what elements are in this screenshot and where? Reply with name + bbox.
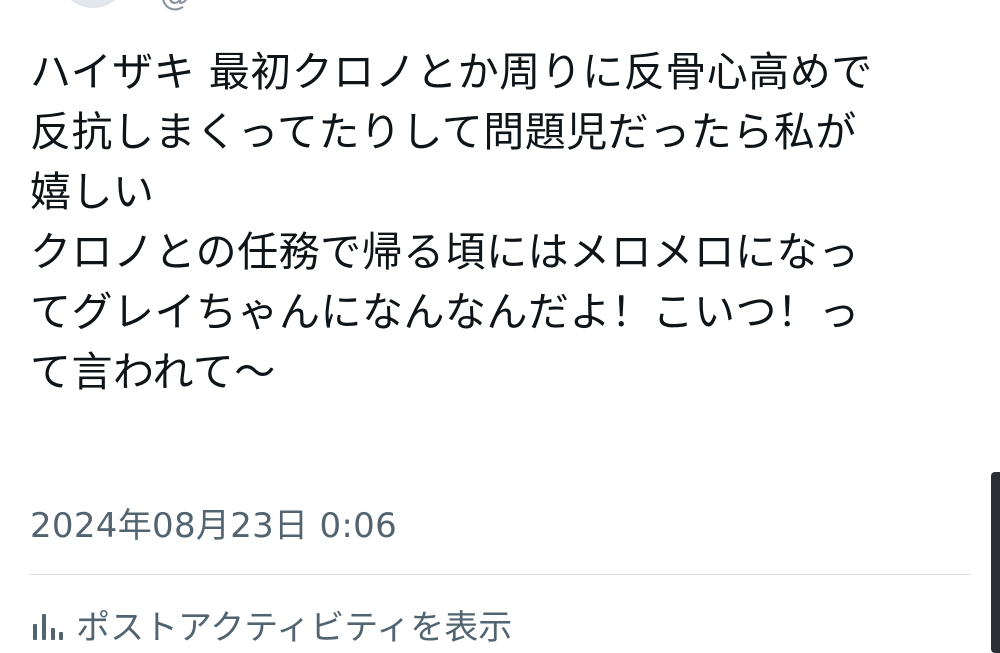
tweet-line: 反抗しまくってたりして問題児だったら私が [30,108,857,156]
divider [30,574,970,575]
tweet-line: 嬉しい [30,168,155,216]
scrollbar-thumb[interactable] [991,472,1000,653]
tweet-detail-view: @ · · · ハイザキ 最初クロノとか周りに反骨心高めで 反抗しまくってたりし… [0,0,1000,653]
tweet-line: て言われて〜 [30,348,276,396]
tweet-timestamp[interactable]: 2024年08月23日 0:06 [30,498,397,547]
tweet-line: クロノとの任務で帰る頃にはメロメロになっ [30,228,860,276]
view-post-activity-link[interactable]: ポストアクティビティを表示 [30,600,512,649]
activity-label: ポストアクティビティを表示 [76,608,513,648]
tweet-text: ハイザキ 最初クロノとか周りに反骨心高めで 反抗しまくってたりして問題児だったら… [30,42,980,402]
tweet-line: ハイザキ 最初クロノとか周りに反骨心高めで [30,48,873,96]
tweet-line: てグレイちゃんになんなんだよ！こいつ！っ [30,288,860,336]
bar-chart-icon [33,613,63,640]
user-handle-partial[interactable]: @ · · · [160,0,261,13]
avatar[interactable] [58,0,128,8]
